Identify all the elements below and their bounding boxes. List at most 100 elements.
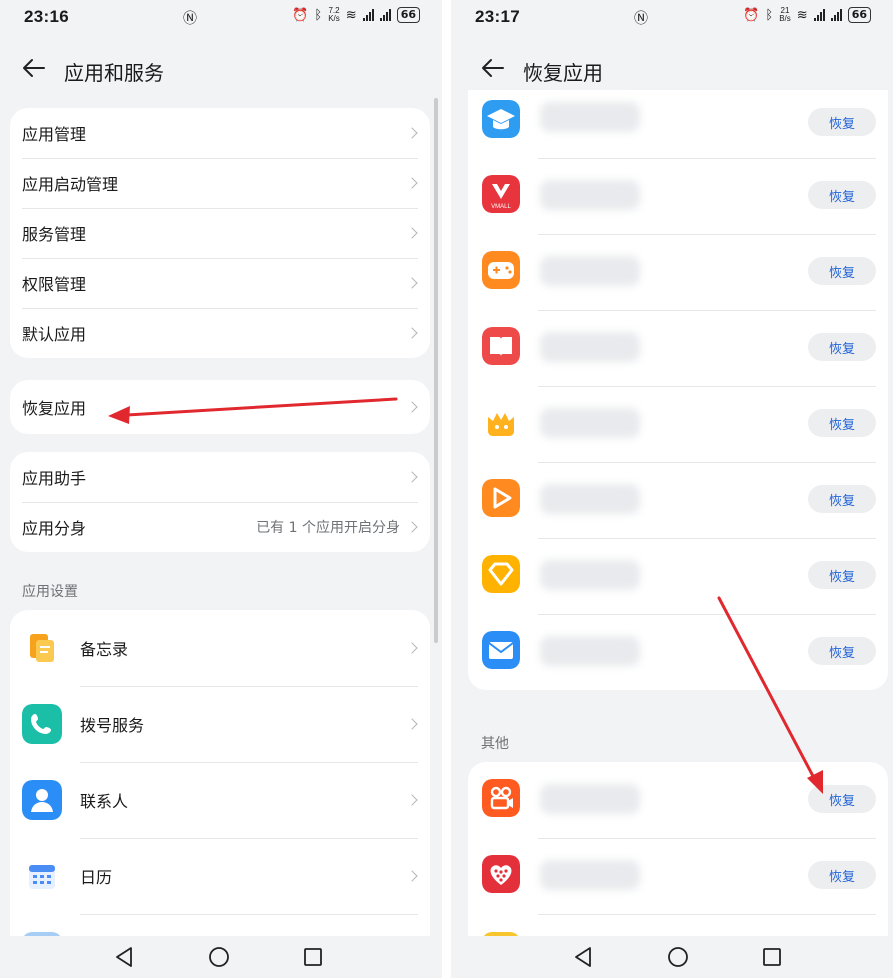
restore-button[interactable]: 恢复 <box>808 181 876 209</box>
page-title: 应用和服务 <box>64 61 164 85</box>
phone-icon <box>22 704 62 744</box>
restore-app-row: 恢复 <box>468 234 888 310</box>
menu-default-apps[interactable]: 默认应用 <box>10 308 430 358</box>
restore-app-row: 恢复 <box>468 614 888 690</box>
vmall-icon: VMALL <box>482 175 520 213</box>
restore-button[interactable]: 恢复 <box>808 561 876 589</box>
battery-indicator: 66 <box>396 7 420 23</box>
nav-recents-icon[interactable] <box>303 946 323 968</box>
menu-app-assistant[interactable]: 应用助手 <box>10 452 430 502</box>
restore-app-row: 恢复 <box>468 838 888 914</box>
restore-button[interactable]: 恢复 <box>808 409 876 437</box>
other-app-list: 恢复 恢复 <box>468 762 888 942</box>
app-item-contacts[interactable]: 联系人 <box>10 762 430 838</box>
restore-button[interactable]: 恢复 <box>808 257 876 285</box>
app-management-card: 应用管理 应用启动管理 服务管理 权限管理 默认应用 <box>10 108 430 358</box>
restore-app-row: VMALL 恢复 <box>468 158 888 234</box>
nav-back-icon[interactable] <box>573 946 593 968</box>
nfc-icon: Ⓝ <box>634 11 648 27</box>
app-item-memo[interactable]: 备忘录 <box>10 610 430 686</box>
status-time: 23:16 <box>24 7 69 26</box>
calendar-icon <box>29 865 55 889</box>
pinduoduo-icon <box>482 855 520 893</box>
app-name-blurred <box>540 560 640 590</box>
restore-app-row: 恢复 <box>468 462 888 538</box>
restore-app-row: 恢复 <box>468 762 888 838</box>
signal-icon <box>362 9 374 21</box>
education-icon <box>482 100 520 138</box>
app-name-blurred <box>540 636 640 666</box>
nav-home-icon[interactable] <box>667 946 689 968</box>
app-name-blurred <box>540 484 640 514</box>
status-time: 23:17 <box>475 7 520 26</box>
menu-app-management[interactable]: 应用管理 <box>10 108 430 158</box>
chevron-right-icon <box>406 401 418 413</box>
restore-button[interactable]: 恢复 <box>808 333 876 361</box>
chevron-right-icon <box>406 794 418 806</box>
restore-button[interactable]: 恢复 <box>808 861 876 889</box>
signal-icon-2 <box>379 9 391 21</box>
section-label-other: 其他 <box>481 736 509 752</box>
section-label-app-settings: 应用设置 <box>22 584 78 600</box>
app-name-blurred <box>540 102 640 132</box>
signal-icon <box>813 9 825 21</box>
chevron-right-icon <box>406 718 418 730</box>
menu-service-management[interactable]: 服务管理 <box>10 208 430 258</box>
app-name-blurred <box>540 784 640 814</box>
status-bar: 23:16 Ⓝ ⏰ ᛒ 7.2 K/s ≋ 66 <box>0 0 442 34</box>
nav-back-icon[interactable] <box>114 946 134 968</box>
chevron-right-icon <box>406 177 418 189</box>
menu-app-twin[interactable]: 应用分身 已有 1 个应用开启分身 <box>10 502 430 552</box>
nfc-icon: Ⓝ <box>183 11 197 27</box>
restore-button[interactable]: 恢复 <box>808 785 876 813</box>
game-center-icon <box>482 251 520 289</box>
back-arrow-icon[interactable] <box>479 56 507 80</box>
menu-restore-apps[interactable]: 恢复应用 <box>10 380 430 434</box>
app-name-blurred <box>540 860 640 890</box>
menu-permission-management[interactable]: 权限管理 <box>10 258 430 308</box>
app-item-calendar[interactable]: 日历 <box>10 838 430 914</box>
restore-button[interactable]: 恢复 <box>808 108 876 136</box>
alarm-icon: ⏰ <box>743 7 760 23</box>
wifi-icon: ≋ <box>796 7 808 23</box>
app-name-blurred <box>540 332 640 362</box>
navigation-bar <box>0 936 442 978</box>
bluetooth-icon: ᛒ <box>765 7 774 23</box>
app-name-blurred <box>540 408 640 438</box>
chevron-right-icon <box>406 227 418 239</box>
chevron-right-icon <box>406 327 418 339</box>
left-screen: 23:16 Ⓝ ⏰ ᛒ 7.2 K/s ≋ 66 应用和服务 应用管理 应用启动管… <box>0 0 442 978</box>
chevron-right-icon <box>406 870 418 882</box>
svg-text:VMALL: VMALL <box>491 204 511 210</box>
kuaishou-icon <box>482 779 520 817</box>
app-settings-card: 备忘录 拨号服务 联系人 日历 <box>10 610 430 940</box>
restore-app-row: 恢复 <box>468 310 888 386</box>
chevron-right-icon <box>406 471 418 483</box>
chevron-right-icon <box>406 642 418 654</box>
video-icon <box>482 479 520 517</box>
menu-app-launch[interactable]: 应用启动管理 <box>10 158 430 208</box>
restore-app-row: 恢复 <box>468 538 888 614</box>
contacts-icon <box>22 780 62 820</box>
nav-home-icon[interactable] <box>208 946 230 968</box>
battery-indicator: 66 <box>847 7 871 23</box>
app-name-blurred <box>540 256 640 286</box>
page-title: 恢复应用 <box>523 61 603 85</box>
app-twin-status: 已有 1 个应用开启分身 <box>256 520 400 536</box>
back-arrow-icon[interactable] <box>20 56 48 80</box>
app-item-dialer[interactable]: 拨号服务 <box>10 686 430 762</box>
restore-app-row: 恢复 <box>468 90 888 158</box>
scrollbar[interactable] <box>434 98 438 643</box>
books-icon <box>482 327 520 365</box>
navigation-bar <box>451 936 893 978</box>
chevron-right-icon <box>406 277 418 289</box>
restore-app-row: 恢复 <box>468 386 888 462</box>
app-assistant-card: 应用助手 应用分身 已有 1 个应用开启分身 <box>10 452 430 552</box>
restore-button[interactable]: 恢复 <box>808 637 876 665</box>
restore-apps-card: 恢复应用 <box>10 380 430 434</box>
right-screen: 23:17 Ⓝ ⏰ ᛒ 21B/s ≋ 66 恢复应用 恢复 VMALL 恢复 <box>451 0 893 978</box>
restore-button[interactable]: 恢复 <box>808 485 876 513</box>
themes-icon <box>482 555 520 593</box>
memo-icon <box>30 634 54 662</box>
nav-recents-icon[interactable] <box>762 946 782 968</box>
